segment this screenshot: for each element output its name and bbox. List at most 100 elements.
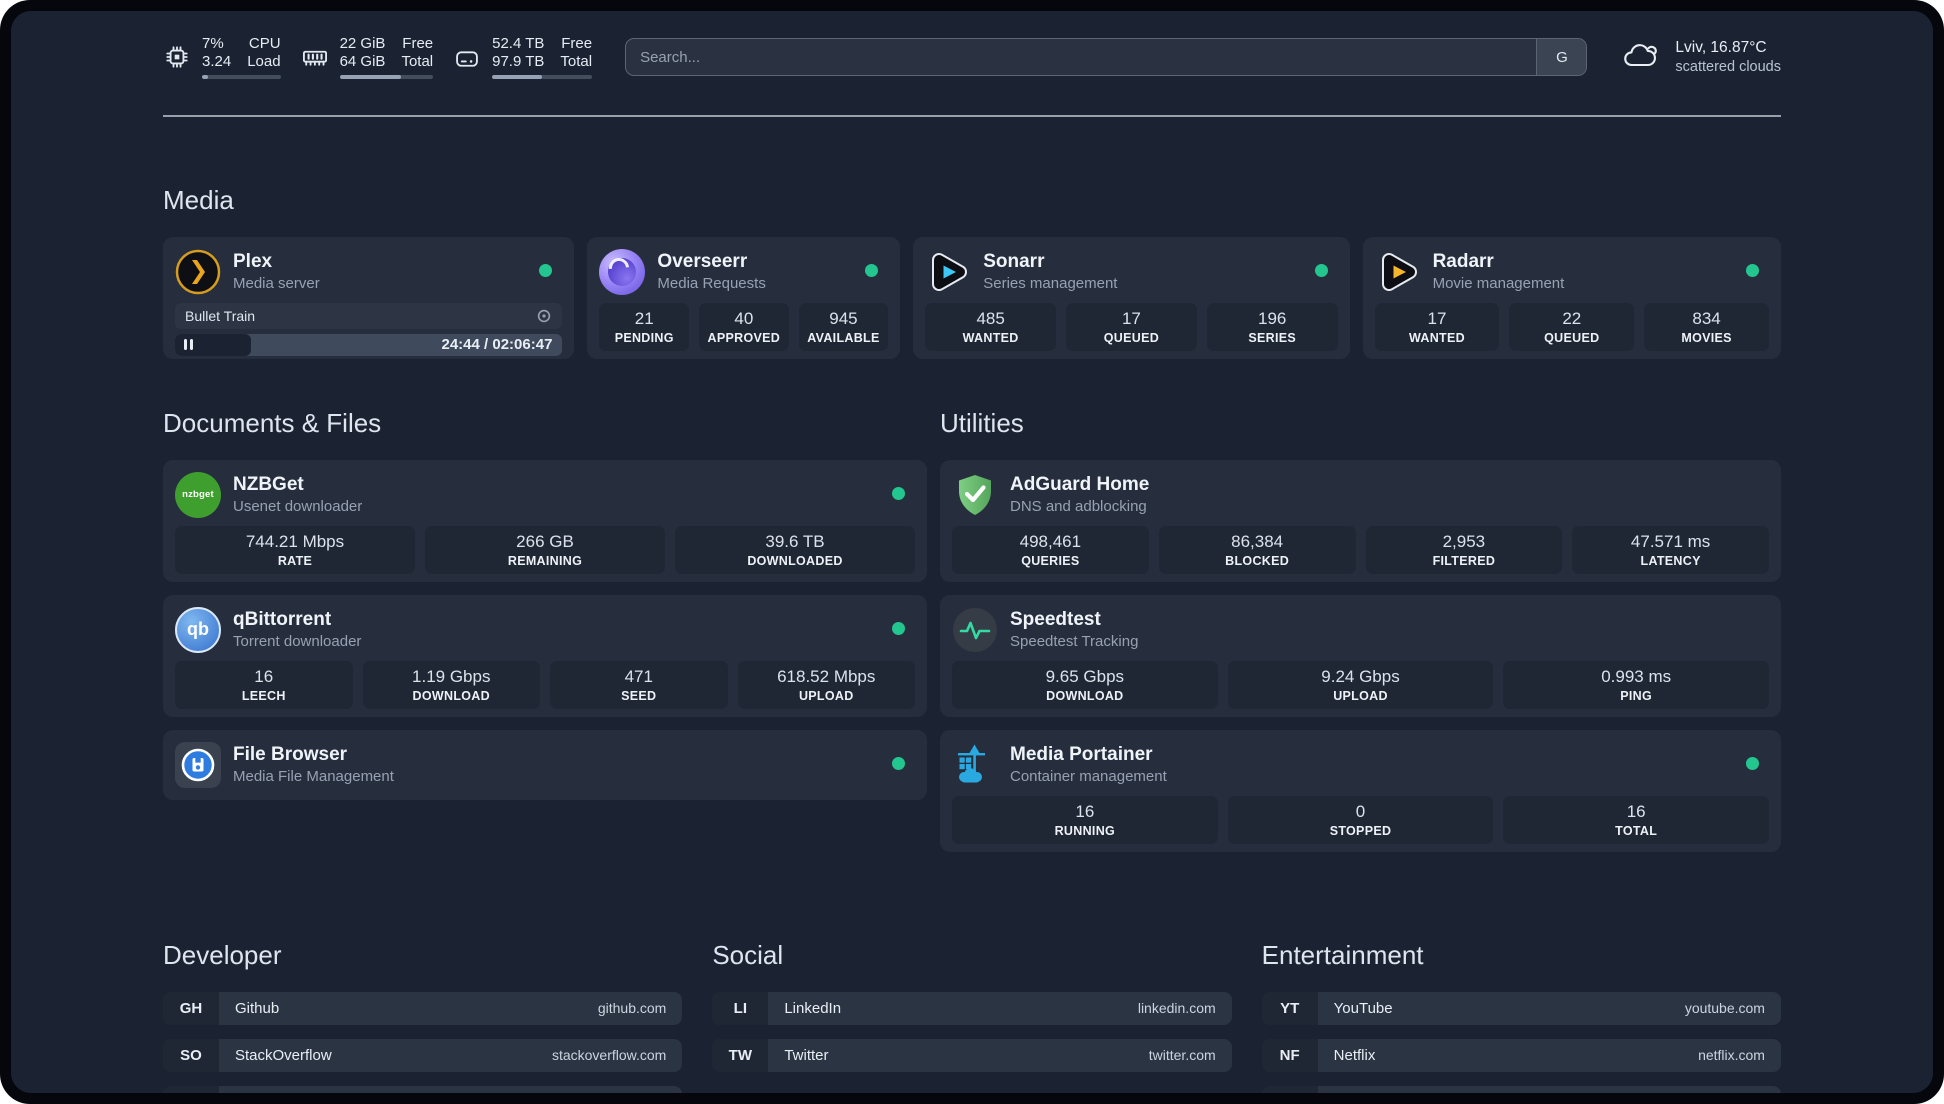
bookmark-linkedin[interactable]: LI LinkedIn linkedin.com (712, 991, 1232, 1025)
service-card-radarr[interactable]: Radarr Movie management 17 WANTED 22 QUEUE… (1362, 236, 1781, 359)
bookmark-reddit[interactable]: RE Reddit reddit.com (1261, 1085, 1781, 1093)
stat-ping: 0.993 ms PING (1503, 660, 1769, 709)
header-divider (163, 115, 1781, 117)
service-card-qbittorrent[interactable]: qb qBittorrent Torrent downloader 16 LEEC… (163, 594, 927, 717)
service-card-speedtest[interactable]: Speedtest Speedtest Tracking 9.65 Gbps DO… (940, 594, 1781, 717)
bookmark-name: YouTube (1333, 999, 1393, 1017)
cpu-usage-value: 7% (202, 34, 224, 52)
stat-series: 196 SERIES (1206, 302, 1338, 351)
disk-progress-bar (492, 74, 593, 80)
stat-filtered: 2,953 FILTERED (1365, 525, 1563, 574)
bookmark-github[interactable]: GH Github github.com (163, 991, 683, 1025)
hard-drive-icon (453, 43, 481, 71)
bookmark-name: DEV (219, 1086, 266, 1093)
disk-resource: 52.4 TB 97.9 TB Free Total (453, 35, 593, 80)
stat-downloaded: 39.6 TB DOWNLOADED (675, 525, 915, 574)
portainer-icon (952, 742, 998, 788)
bookmark-url: stackoverflow.com (551, 1047, 667, 1064)
bookmark-name: Reddit (1318, 1086, 1377, 1093)
service-card-plex[interactable]: Plex Media server Bullet Train 24:44 / 0… (163, 236, 575, 359)
search-provider-button[interactable]: G (1536, 39, 1587, 75)
service-name: Sonarr (983, 251, 1045, 273)
bookmark-netflix[interactable]: NF Netflix netflix.com (1261, 1038, 1781, 1072)
service-card-sonarr[interactable]: Sonarr Series management 485 WANTED 17 QUE… (913, 236, 1350, 359)
service-description: Container management (1010, 768, 1167, 786)
weather-widget: Lviv, 16.87°C scattered clouds (1620, 38, 1781, 76)
memory-progress-bar (339, 74, 434, 80)
stat-download: 9.65 Gbps DOWNLOAD (952, 660, 1218, 709)
qbittorrent-icon: qb (175, 606, 221, 653)
total-label: Total (401, 52, 434, 70)
stat-queued: 22 QUEUED (1509, 302, 1635, 351)
bookmark-group-developer: Developer GH Github github.com SO StackO… (163, 919, 683, 1093)
stat-stopped: 0 STOPPED (1227, 795, 1494, 844)
service-name: Radarr (1432, 251, 1494, 273)
status-dot (1746, 263, 1759, 277)
bookmark-abbr: DT (163, 1085, 219, 1093)
top-bar: 7% 3.24 CPU Load 22 GiB 64 GiB Free Tota… (163, 34, 1781, 80)
bookmark-twitter[interactable]: TW Twitter twitter.com (712, 1038, 1232, 1072)
service-name: Overseerr (657, 251, 748, 273)
search-bar: G (625, 38, 1588, 76)
dashboard: 7% 3.24 CPU Load 22 GiB 64 GiB Free Tota… (0, 0, 1944, 1104)
service-description: Media File Management (233, 768, 394, 786)
stat-queued: 17 QUEUED (1066, 302, 1197, 351)
bookmark-url: github.com (597, 1000, 667, 1017)
search-input[interactable] (626, 48, 1537, 66)
stat-rate: 744.21 Mbps RATE (175, 525, 415, 574)
service-name: File Browser (233, 744, 348, 766)
stat-upload: 9.24 Gbps UPLOAD (1227, 660, 1494, 709)
bookmark-group-title: Developer (163, 940, 282, 971)
stat-approved: 40 APPROVED (699, 302, 789, 351)
service-name: qBittorrent (233, 609, 332, 631)
sonarr-icon (925, 249, 971, 295)
bookmark-dev[interactable]: DT DEV dev.to (163, 1085, 683, 1093)
stat-total: 16 TOTAL (1503, 795, 1769, 844)
stat-seed: 471 SEED (550, 660, 728, 709)
service-card-portainer[interactable]: Media Portainer Container management 16 R… (940, 729, 1781, 852)
group-title-utilities: Utilities (940, 408, 1024, 439)
bookmark-stackoverflow[interactable]: SO StackOverflow stackoverflow.com (163, 1038, 683, 1072)
bookmark-abbr: LI (712, 991, 769, 1025)
now-playing-widget: Bullet Train 24:44 / 02:06:47 (175, 302, 563, 356)
bookmark-name: StackOverflow (235, 1046, 332, 1064)
service-card-nzbget[interactable]: nzbget NZBGet Usenet downloader 744.21 M… (163, 459, 927, 582)
service-description: Series management (983, 275, 1118, 293)
weather-condition: scattered clouds (1675, 59, 1781, 75)
status-dot (1746, 756, 1759, 770)
stat-blocked: 86,384 BLOCKED (1158, 525, 1356, 574)
stat-available: 945 AVAILABLE (798, 302, 889, 351)
service-name: NZBGet (233, 474, 304, 496)
playback-progress-bar: 24:44 / 02:06:47 (175, 333, 563, 356)
status-dot (539, 263, 553, 277)
service-card-overseerr[interactable]: Overseerr Media Requests 21 PENDING 40 APP… (587, 236, 901, 359)
stat-running: 16 RUNNING (952, 795, 1218, 844)
bookmark-name: Netflix (1333, 1046, 1376, 1064)
window-frame: 7% 3.24 CPU Load 22 GiB 64 GiB Free Tota… (0, 0, 1944, 1104)
bookmark-group-social: Social LI LinkedIn linkedin.com TW Twitt… (712, 919, 1232, 1093)
service-card-filebrowser[interactable]: File Browser Media File Management (163, 729, 927, 800)
stat-upload: 618.52 Mbps UPLOAD (737, 660, 915, 709)
bookmark-abbr: YT (1261, 991, 1318, 1025)
service-card-adguard[interactable]: AdGuard Home DNS and adblocking 498,461 Q… (940, 459, 1781, 582)
bookmarks: Developer GH Github github.com SO StackO… (163, 919, 1781, 1093)
filebrowser-icon (175, 741, 221, 788)
group-title-documents: Documents & Files (163, 408, 382, 439)
group-documents: Documents & Files nzbget NZBGet Usenet d… (163, 387, 927, 852)
bookmark-youtube[interactable]: YT YouTube youtube.com (1261, 991, 1781, 1025)
now-playing-title: Bullet Train (185, 307, 256, 324)
group-utilities: Utilities AdGuard Home DNS and adblockin… (940, 387, 1781, 852)
media-options-icon[interactable] (536, 308, 552, 324)
status-dot (1314, 263, 1328, 277)
service-description: Media Requests (657, 275, 766, 293)
bookmark-url: dev.to (629, 1086, 682, 1093)
group-title-media: Media (163, 185, 234, 215)
service-name: AdGuard Home (1010, 474, 1150, 496)
bookmark-url: youtube.com (1684, 1000, 1765, 1017)
memory-resource: 22 GiB 64 GiB Free Total (301, 35, 434, 80)
stat-wanted: 485 WANTED (925, 302, 1057, 351)
bookmark-abbr: NF (1261, 1038, 1318, 1072)
bookmark-abbr: GH (163, 991, 219, 1025)
overseerr-icon (599, 248, 646, 295)
memory-free-value: 22 GiB (339, 34, 386, 52)
